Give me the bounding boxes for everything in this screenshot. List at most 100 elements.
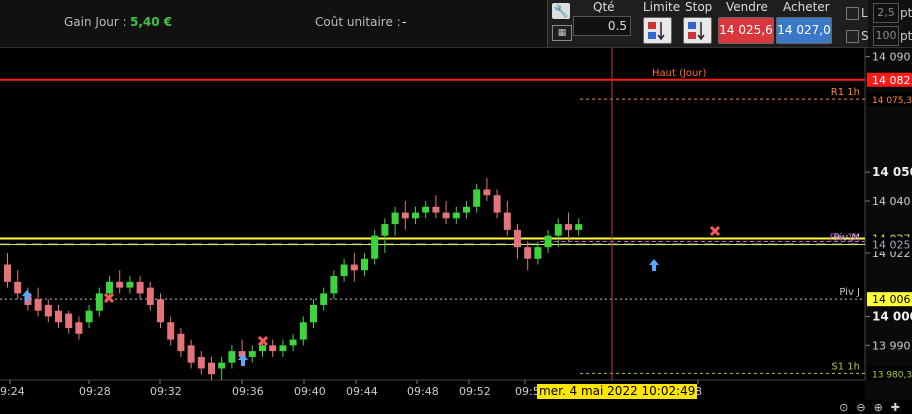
time-tick-label: 9:24 bbox=[0, 385, 25, 398]
candle-body bbox=[146, 287, 154, 305]
opt-s-label: S bbox=[861, 29, 869, 43]
candle-body bbox=[524, 247, 532, 259]
sell-label: Vendre bbox=[726, 0, 768, 14]
candle-body bbox=[248, 351, 256, 357]
candle-body bbox=[381, 224, 389, 236]
candle-body bbox=[544, 235, 552, 248]
level-label-high: Haut (Jour) bbox=[652, 68, 707, 79]
candle-body bbox=[503, 212, 511, 230]
candle-body bbox=[136, 281, 144, 294]
candle-body bbox=[187, 345, 195, 363]
crosshair-time-label: mer. 4 mai 2022 10:02:49 bbox=[537, 384, 698, 399]
price-tick-label: 13 990 bbox=[872, 339, 911, 352]
candle-body bbox=[177, 333, 185, 352]
time-tick-label: 09:40 bbox=[294, 385, 326, 398]
time-tick-label: 09:44 bbox=[346, 385, 378, 398]
buy-label: Acheter bbox=[783, 0, 830, 14]
candle-body bbox=[483, 189, 491, 196]
candle-body bbox=[167, 322, 175, 340]
candle-body bbox=[310, 304, 317, 323]
limit-order-button[interactable] bbox=[643, 17, 672, 44]
zoom-reset-icon[interactable]: ⊙ bbox=[839, 401, 856, 414]
opt-s-checkbox[interactable] bbox=[846, 30, 859, 43]
candle-body bbox=[575, 224, 583, 230]
price-badge-high: 14 082 bbox=[872, 74, 911, 87]
price-badge-pivot_m: 14 025 bbox=[872, 238, 911, 251]
candle-body bbox=[55, 310, 62, 323]
zoom-out-icon[interactable]: ⊖ bbox=[856, 401, 873, 414]
price-tick-label: 14 000 bbox=[872, 309, 912, 323]
candle-body bbox=[208, 362, 215, 375]
buy-price: 14 027,0 bbox=[777, 23, 831, 37]
quantity-label: Qté bbox=[593, 0, 615, 14]
price-badge-pivot_j: 14 006 bbox=[872, 293, 911, 306]
candle-body bbox=[34, 299, 42, 311]
candle-body bbox=[75, 322, 83, 334]
candle-body bbox=[4, 264, 11, 282]
candle-body bbox=[106, 281, 113, 294]
candle-body bbox=[422, 206, 430, 213]
candle-body bbox=[126, 281, 134, 288]
candle-body bbox=[361, 258, 368, 271]
sell-price: 14 025,6 bbox=[719, 23, 773, 37]
time-tick-label: 09:52 bbox=[459, 385, 491, 398]
price-tick-label: 14 040 bbox=[872, 195, 911, 208]
opt-l-unit: pts bbox=[900, 6, 912, 20]
quantity-input[interactable] bbox=[573, 16, 631, 36]
candle-body bbox=[554, 224, 562, 236]
candle-body bbox=[412, 212, 419, 219]
candle-body bbox=[452, 212, 460, 219]
opt-s-input[interactable]: 100 bbox=[873, 26, 899, 46]
time-tick-label: 09:36 bbox=[232, 385, 264, 398]
candle-body bbox=[116, 281, 124, 288]
candle-body bbox=[197, 356, 205, 369]
sell-button[interactable]: 14 025,6 bbox=[718, 17, 774, 44]
candle-body bbox=[493, 195, 501, 213]
candle-body bbox=[157, 299, 164, 323]
opt-l-checkbox[interactable] bbox=[846, 7, 859, 20]
opt-s-unit: pts bbox=[900, 29, 912, 43]
candle-body bbox=[85, 310, 93, 323]
level-label-pivot_j: Piv J bbox=[839, 287, 860, 298]
stop-order-button[interactable] bbox=[683, 17, 712, 44]
candle-body bbox=[95, 293, 103, 311]
level-label-r1: R1 1h bbox=[831, 87, 860, 98]
candle-body bbox=[432, 206, 440, 213]
time-tick-label: 09:28 bbox=[79, 385, 111, 398]
candle-body bbox=[289, 339, 297, 346]
time-tick-label: 09:32 bbox=[150, 385, 182, 398]
candle-body bbox=[534, 247, 542, 259]
candle-body bbox=[44, 304, 52, 317]
candle-body bbox=[514, 229, 521, 248]
candle-body bbox=[371, 235, 379, 259]
settings-icon[interactable]: ✚ bbox=[891, 401, 908, 414]
candle-body bbox=[320, 293, 328, 305]
zoom-controls: ⊙⊖⊕✚ bbox=[839, 401, 908, 414]
candle-body bbox=[340, 264, 348, 277]
candle-body bbox=[279, 345, 287, 352]
candle-body bbox=[269, 345, 277, 352]
daily-gain-label: Gain Jour : bbox=[64, 15, 127, 29]
candle-body bbox=[442, 212, 450, 219]
candle-body bbox=[228, 351, 236, 363]
keypad-icon[interactable]: ▦ bbox=[552, 25, 572, 41]
unit-cost-value: - bbox=[402, 15, 407, 29]
opt-l-input[interactable]: 2,5 bbox=[873, 3, 899, 23]
candle-body bbox=[401, 212, 409, 219]
wrench-icon[interactable]: 🔧 bbox=[552, 3, 570, 19]
stop-label: Stop bbox=[685, 0, 713, 14]
plot-area bbox=[0, 48, 865, 380]
candle-body bbox=[218, 362, 226, 369]
candle-body bbox=[299, 322, 307, 340]
price-tick-label: 14 050 bbox=[872, 165, 912, 179]
price-badge-r1: 14 075,3 bbox=[872, 96, 912, 106]
candle-body bbox=[391, 212, 399, 225]
zoom-in-icon[interactable]: ⊕ bbox=[874, 401, 891, 414]
unit-cost-label: Coût unitaire : bbox=[315, 15, 401, 29]
price-badge-s1: 13 980,3 bbox=[872, 370, 912, 380]
candle-body bbox=[330, 276, 338, 294]
candle-body bbox=[565, 224, 572, 230]
price-chart[interactable]: Haut (Jour)R1 1hPiv MPiv JS1 1hPiv 1h 14… bbox=[0, 48, 912, 400]
buy-button[interactable]: 14 027,0 bbox=[776, 17, 832, 44]
candle-body bbox=[65, 313, 73, 329]
